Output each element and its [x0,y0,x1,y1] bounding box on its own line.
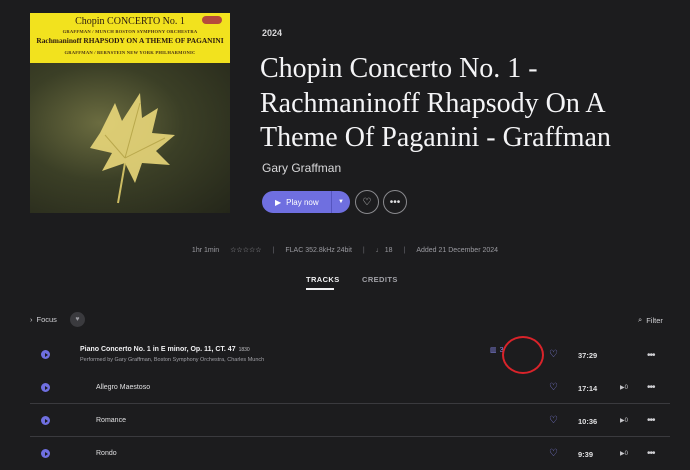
audio-format: FLAC 352.8kHz 24bit [285,246,352,254]
play-icon[interactable] [41,449,50,458]
play-icon[interactable] [41,383,50,392]
more-icon[interactable]: ••• [647,350,655,361]
maple-leaf-image [90,93,175,204]
row-divider [30,403,670,404]
album-year: 2024 [262,28,283,38]
track-row[interactable]: Allegro Maestoso ♡ 17:14 ▶0 ••• [30,376,670,402]
heart-icon[interactable]: ♡ [549,448,558,459]
library-icon: ▥ [490,347,497,354]
filter-button[interactable]: ⌕ Filter [638,315,663,325]
search-icon: ⌕ [638,315,643,324]
separator: | [403,246,406,254]
heart-icon[interactable]: ♡ [549,415,558,426]
active-tab-indicator [306,288,334,290]
favorite-button[interactable]: ♡ [355,190,379,214]
track-row[interactable]: Romance ♡ 10:36 ▶0 ••• [30,409,670,435]
play-count: ▶0 [620,417,628,424]
play-icon[interactable] [41,416,50,425]
work-row[interactable]: Piano Concerto No. 1 in E minor, Op. 11,… [30,340,670,370]
focus-toggle[interactable]: › Focus [30,315,57,324]
rating-stars[interactable]: ☆☆☆☆☆ [230,246,261,254]
play-icon[interactable] [41,350,50,359]
tab-credits[interactable]: CREDITS [362,275,398,284]
annotation-circle [502,336,544,374]
chevron-right-icon: › [30,315,33,324]
date-added: Added 21 December 2024 [416,246,499,254]
more-icon: ••• [389,196,401,208]
separator: | [272,246,275,254]
chevron-down-icon[interactable]: ▼ [332,199,350,205]
play-count-value: 0 [624,418,628,424]
cover-title-1: Chopin CONCERTO No. 1 [75,16,185,27]
row-divider [30,436,670,437]
play-count: ▶0 [620,450,628,457]
heart-icon[interactable]: ♡ [549,382,558,393]
play-count: ▶0 [620,384,628,391]
track-duration: 17:14 [578,384,598,393]
play-count-value: 0 [624,451,628,457]
tab-tracks[interactable]: TRACKS [306,275,340,284]
track-duration: 9:39 [578,450,594,459]
more-icon[interactable]: ••• [647,448,655,459]
work-title: Piano Concerto No. 1 in E minor, Op. 11,… [80,346,250,353]
work-performers: Performed by Gary Graffman, Boston Symph… [80,357,265,363]
track-row[interactable]: Rondo ♡ 9:39 ▶0 ••• [30,442,670,466]
heart-icon[interactable]: ♡ [549,349,558,360]
album-meta: 1hr 1min ☆☆☆☆☆ | FLAC 352.8kHz 24bit | ♩… [0,246,690,255]
work-year: 1830 [238,347,250,353]
heart-icon: ♡ [362,196,372,208]
heart-icon: ♥ [75,316,80,323]
focus-favorites-button[interactable]: ♥ [70,312,85,327]
play-now-button[interactable]: ▶ Play now ▼ [262,191,350,213]
cover-sub-1: GRAFFMAN / MUNCH BOSTON SYMPHONY ORCHEST… [62,29,198,34]
track-duration: 10:36 [578,417,598,426]
track-title: Romance [96,417,126,424]
album-cover: Chopin CONCERTO No. 1 GRAFFMAN / MUNCH B… [30,13,230,213]
cover-title-2: Rachmaninoff RHAPSODY ON A THEME OF PAGA… [36,36,224,45]
play-icon: ▶ [275,197,282,207]
work-duration: 37:29 [578,351,598,360]
separator: | [362,246,365,254]
focus-label: Focus [36,315,57,324]
play-now-label: Play now [286,197,319,207]
more-options-button[interactable]: ••• [383,190,407,214]
cover-banner: Chopin CONCERTO No. 1 GRAFFMAN / MUNCH B… [30,13,230,63]
album-artist[interactable]: Gary Graffman [262,161,341,175]
more-icon[interactable]: ••• [647,415,655,426]
track-count-value: 18 [384,246,393,254]
track-count: ♩ 18 [376,247,393,254]
tracks-icon: ♩ [375,246,383,254]
more-icon[interactable]: ••• [647,382,655,393]
album-title: Chopin Concerto No. 1 - Rachmaninoff Rha… [260,53,611,153]
filter-label: Filter [646,315,663,325]
track-title: Allegro Maestoso [96,384,151,391]
work-title-text: Piano Concerto No. 1 in E minor, Op. 11,… [80,346,236,353]
track-title: Rondo [96,450,117,457]
cover-artwork [30,63,230,213]
play-count-value: 0 [624,385,628,391]
play-now-main[interactable]: ▶ Play now [262,198,331,207]
album-duration: 1hr 1min [191,246,220,254]
cover-sub-2: GRAFFMAN / BERNSTEIN NEW YORK PHILHARMON… [64,50,196,55]
